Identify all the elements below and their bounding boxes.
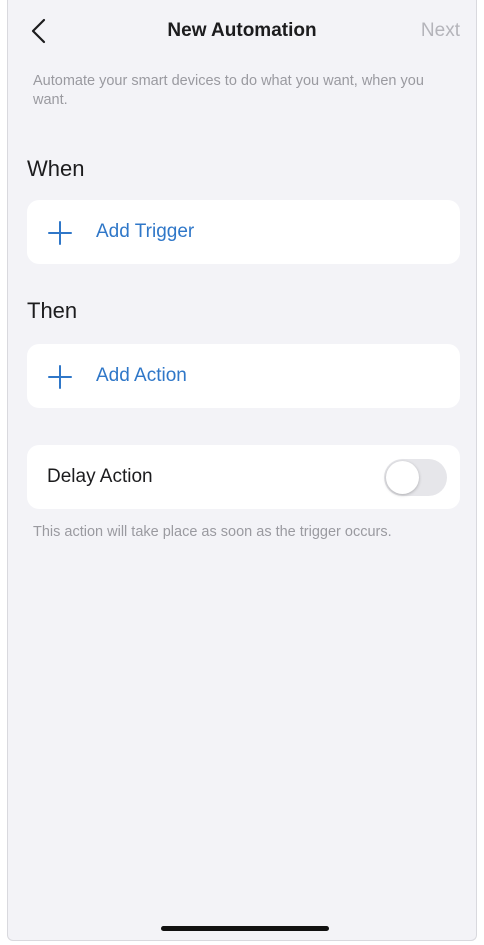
add-action-button[interactable]: Add Action xyxy=(27,344,460,408)
add-action-label: Add Action xyxy=(96,365,187,386)
add-trigger-button[interactable]: Add Trigger xyxy=(27,200,460,264)
when-heading: When xyxy=(27,156,85,181)
delay-action-note: This action will take place as soon as t… xyxy=(33,524,392,540)
navigation-bar: New Automation Next xyxy=(8,0,476,62)
page-description: Automate your smart devices to do what y… xyxy=(33,73,424,108)
back-button[interactable] xyxy=(26,16,54,46)
page-title: New Automation xyxy=(167,20,317,41)
add-trigger-label: Add Trigger xyxy=(96,221,195,242)
app-screen: New Automation Next Automate your smart … xyxy=(7,0,477,941)
toggle-knob xyxy=(386,461,419,494)
delay-action-label: Delay Action xyxy=(47,466,153,487)
then-heading: Then xyxy=(27,298,78,323)
home-indicator xyxy=(161,926,329,931)
delay-action-row: Delay Action xyxy=(27,445,460,509)
plus-icon xyxy=(48,365,72,389)
delay-action-toggle[interactable] xyxy=(384,459,447,496)
chevron-left-icon xyxy=(31,18,46,44)
plus-icon xyxy=(48,221,72,245)
next-button[interactable]: Next xyxy=(421,20,460,42)
